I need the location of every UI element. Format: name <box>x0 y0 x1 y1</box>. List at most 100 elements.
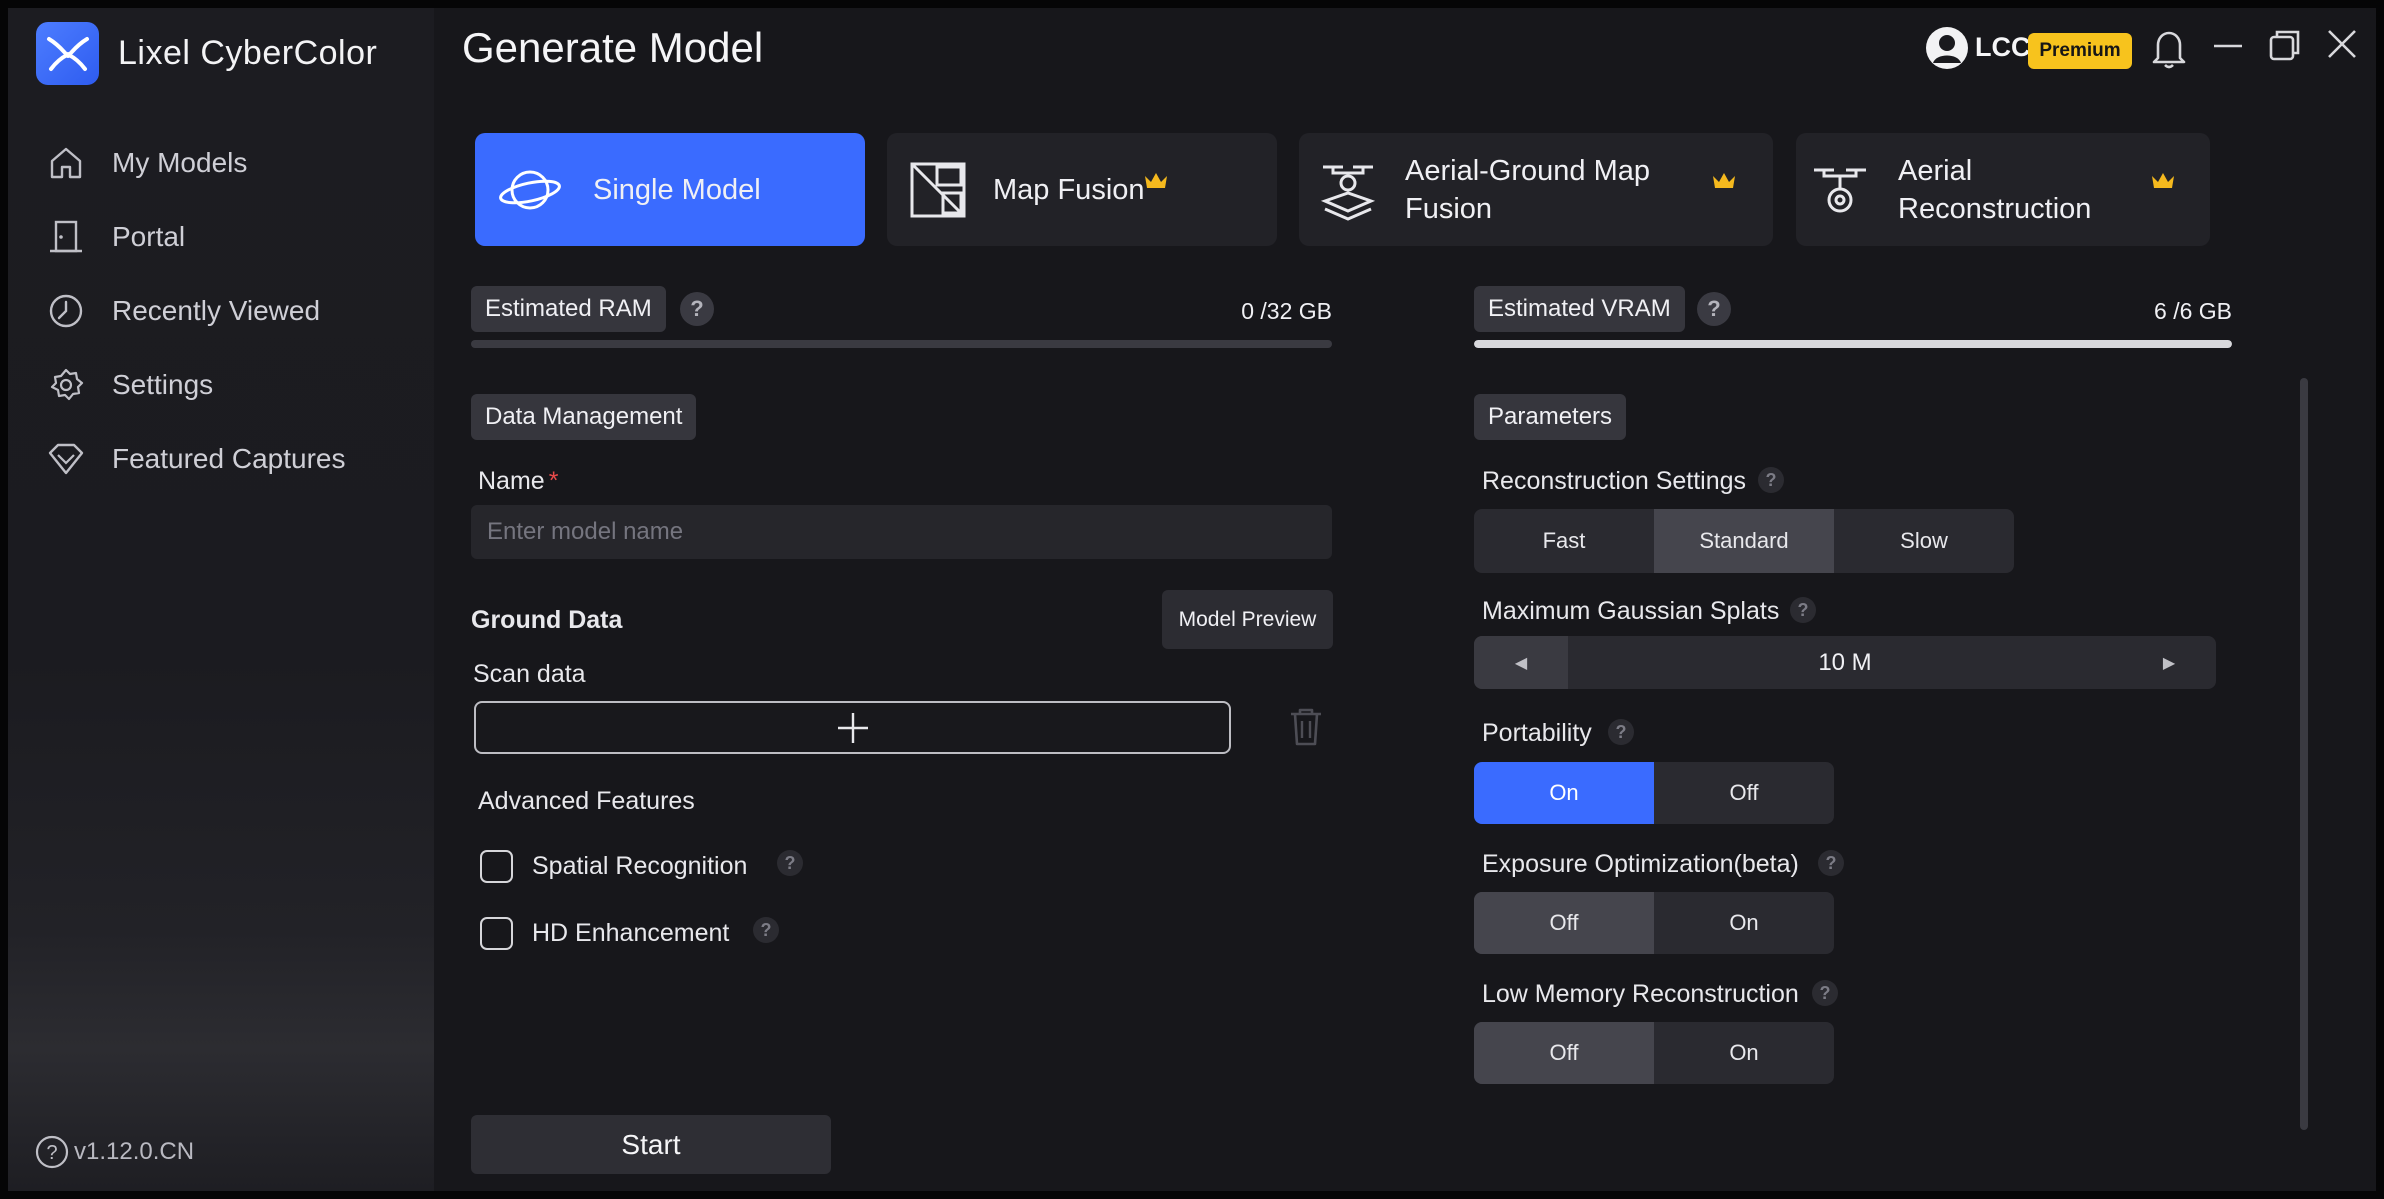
spatial-recognition-help-icon[interactable]: ? <box>777 850 803 876</box>
bell-icon[interactable] <box>2150 26 2188 70</box>
mode-aerial-ground-map-fusion[interactable]: Aerial-Ground Map Fusion <box>1299 133 1773 246</box>
aerial-icon <box>1814 168 1866 212</box>
sidebar-item-portal[interactable]: Portal <box>46 209 185 265</box>
sidebar-item-label: Portal <box>112 221 186 252</box>
scrollbar[interactable] <box>2300 378 2308 1130</box>
diamond-icon <box>48 443 84 475</box>
vram-value: 6 /6 GB <box>2154 298 2232 324</box>
mode-aerial-reconstruction[interactable]: Aerial Reconstruction <box>1796 133 2210 246</box>
sidebar-item-settings[interactable]: Settings <box>46 357 213 413</box>
crown-icon <box>1145 173 1167 188</box>
sidebar-item-featured-captures[interactable]: Featured Captures <box>46 431 345 487</box>
required-marker: * <box>548 467 559 495</box>
vram-help-icon[interactable]: ? <box>1697 292 1731 326</box>
gaussian-splats-stepper: ◀ 10 M ▶ <box>1474 636 2216 689</box>
reconstruction-help-icon[interactable]: ? <box>1758 467 1784 493</box>
hd-enhancement-checkbox[interactable] <box>480 917 513 950</box>
ram-help-icon[interactable]: ? <box>680 292 714 326</box>
door-icon <box>50 220 82 253</box>
exposure-help-icon[interactable]: ? <box>1818 850 1844 876</box>
parameters-section: Parameters <box>1474 394 1627 440</box>
splats-help-icon[interactable]: ? <box>1790 597 1816 623</box>
restore-icon[interactable] <box>2268 28 2302 62</box>
name-label: Name * <box>478 467 559 495</box>
sidebar: Lixel CyberColor My Models Portal Recent… <box>8 8 434 1191</box>
data-management-section: Data Management <box>471 394 697 440</box>
hd-enhancement-label: HD Enhancement <box>532 919 730 947</box>
help-icon[interactable]: ? <box>34 1134 70 1170</box>
advanced-features-label: Advanced Features <box>478 787 695 815</box>
version-label: v1.12.0.CN <box>74 1138 195 1165</box>
mode-map-fusion[interactable]: Map Fusion <box>887 133 1277 246</box>
estimated-vram-label: Estimated VRAM <box>1474 286 1685 332</box>
mode-label: Map Fusion <box>993 173 1145 206</box>
model-name-input[interactable] <box>471 505 1332 559</box>
model-preview-button[interactable]: Model Preview <box>1162 590 1333 649</box>
splats-value: 10 M <box>1818 648 1872 676</box>
map-fusion-icon <box>910 162 966 217</box>
add-scan-data-button[interactable] <box>474 701 1231 754</box>
page-title: Generate Model <box>462 24 764 71</box>
mode-label: Aerial-Ground Map Fusion <box>1405 154 1650 225</box>
hd-enhancement-help-icon[interactable]: ? <box>753 917 779 943</box>
mode-label: Single Model <box>593 173 761 206</box>
option-standard[interactable]: Standard <box>1654 509 1834 573</box>
exposure-on[interactable]: On <box>1654 892 1834 954</box>
app-name: Lixel CyberColor <box>118 34 378 72</box>
svg-text:?: ? <box>46 1142 57 1164</box>
portability-off[interactable]: Off <box>1654 762 1834 824</box>
app-logo <box>36 22 99 85</box>
spatial-recognition-checkbox[interactable] <box>480 850 513 883</box>
minimize-icon[interactable] <box>2212 30 2244 62</box>
estimated-ram-label: Estimated RAM <box>471 286 666 332</box>
exposure-optimization-label: Exposure Optimization(beta) <box>1482 850 1799 878</box>
low-memory-help-icon[interactable]: ? <box>1812 980 1838 1006</box>
version-info: ? v1.12.0.CN <box>34 1134 194 1170</box>
increase-arrow-icon[interactable]: ▶ <box>2122 636 2216 689</box>
premium-badge[interactable]: Premium <box>2028 33 2132 69</box>
scan-data-label: Scan data <box>473 660 586 688</box>
reconstruction-settings-label: Reconstruction Settings <box>1482 467 1747 495</box>
drone-icon <box>1320 165 1376 221</box>
exposure-toggle: Off On <box>1474 892 1834 954</box>
mode-label: Aerial Reconstruction <box>1898 154 2092 225</box>
portability-on[interactable]: On <box>1474 762 1654 824</box>
planet-icon <box>499 170 561 209</box>
sidebar-item-my-models[interactable]: My Models <box>46 135 247 191</box>
gear-icon <box>50 368 84 401</box>
portability-label: Portability <box>1482 719 1592 747</box>
plus-icon <box>837 712 868 743</box>
crown-icon <box>2152 173 2174 188</box>
sidebar-item-label: My Models <box>112 147 248 178</box>
clock-icon <box>49 294 83 328</box>
sidebar-item-label: Settings <box>112 369 214 400</box>
trash-icon[interactable] <box>1288 706 1324 748</box>
sidebar-item-label: Featured Captures <box>112 443 346 474</box>
ram-value: 0 /32 GB <box>1241 298 1332 324</box>
username[interactable]: LCC <box>1975 32 2031 63</box>
logo-icon <box>46 36 89 71</box>
crown-icon <box>1713 173 1735 188</box>
low-memory-toggle: Off On <box>1474 1022 1834 1084</box>
decrease-arrow-icon[interactable]: ◀ <box>1474 636 1568 689</box>
portability-toggle: On Off <box>1474 762 1834 824</box>
avatar[interactable] <box>1924 25 1970 71</box>
exposure-off[interactable]: Off <box>1474 892 1654 954</box>
vram-progress-bar <box>1474 340 2232 348</box>
ram-progress-bar <box>471 340 1332 348</box>
home-icon <box>50 147 82 179</box>
low-memory-off[interactable]: Off <box>1474 1022 1654 1084</box>
option-slow[interactable]: Slow <box>1834 509 2014 573</box>
mode-single-model[interactable]: Single Model <box>475 133 865 246</box>
close-icon[interactable] <box>2326 28 2358 60</box>
low-memory-on[interactable]: On <box>1654 1022 1834 1084</box>
low-memory-reconstruction-label: Low Memory Reconstruction <box>1482 980 1799 1008</box>
start-button[interactable]: Start <box>471 1115 831 1174</box>
portability-help-icon[interactable]: ? <box>1608 719 1634 745</box>
reconstruction-speed-selector: Fast Standard Slow <box>1474 509 2014 573</box>
max-gaussian-splats-label: Maximum Gaussian Splats <box>1482 597 1780 625</box>
ground-data-label: Ground Data <box>471 606 623 634</box>
sidebar-item-label: Recently Viewed <box>112 295 321 326</box>
option-fast[interactable]: Fast <box>1474 509 1654 573</box>
sidebar-item-recently-viewed[interactable]: Recently Viewed <box>46 283 320 339</box>
